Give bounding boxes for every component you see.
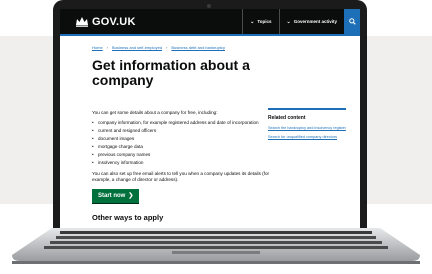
list-item: insolvency information	[92, 160, 282, 166]
main-content: You can get some details about a company…	[92, 110, 282, 221]
chevron-down-icon: ⌄	[250, 18, 255, 25]
other-ways-heading: Other ways to apply	[92, 213, 164, 222]
site-logo[interactable]: GOV.UK	[92, 16, 136, 28]
list-item: company information, for example registe…	[92, 120, 282, 126]
government-activity-label: Government activity	[293, 19, 337, 24]
page-title: Get information about a company	[92, 57, 250, 88]
topics-menu-button[interactable]: ⌄ Topics	[242, 9, 278, 34]
start-now-button[interactable]: Start now ❯	[92, 189, 140, 203]
breadcrumb-home[interactable]: Home	[92, 45, 103, 50]
search-button[interactable]	[344, 9, 360, 34]
list-item: current and resigned officers	[92, 128, 282, 134]
intro-text: You can get some details about a company…	[92, 110, 218, 115]
related-link-unqualified-directors[interactable]: Search for unqualified company directors	[268, 135, 346, 140]
related-content: Related content Search the bankruptcy an…	[268, 108, 346, 144]
laptop-keyboard-base	[12, 228, 420, 264]
crown-icon	[76, 17, 88, 27]
breadcrumb-separator: ›	[106, 45, 109, 50]
site-header: GOV.UK ⌄ Topics ⌄ Government activity	[60, 9, 360, 36]
breadcrumb-debt[interactable]: Business debt and bankruptcy	[171, 45, 225, 50]
breadcrumb-business[interactable]: Business and self-employed	[112, 45, 162, 50]
arrow-right-icon: ❯	[128, 193, 134, 199]
chevron-down-icon: ⌄	[286, 18, 291, 25]
email-alerts-text: You can also set up free email alerts to…	[92, 171, 270, 182]
breadcrumb-separator: ›	[166, 45, 168, 50]
webcam	[207, 4, 211, 8]
related-link-insolvency-register[interactable]: Search the bankruptcy and insolvency reg…	[268, 126, 346, 131]
list-item: mortgage charge data	[92, 144, 282, 150]
laptop-screen: GOV.UK ⌄ Topics ⌄ Government activity Ho…	[60, 9, 360, 231]
topics-menu-label: Topics	[257, 19, 272, 24]
search-icon	[348, 18, 356, 25]
list-item: previous company names	[92, 152, 282, 158]
related-content-heading: Related content	[268, 115, 306, 121]
details-list: company information, for example registe…	[92, 120, 282, 166]
breadcrumb: Home › Business and self-employed › Busi…	[92, 45, 360, 50]
list-item: document images	[92, 136, 282, 142]
start-now-label: Start now	[98, 193, 126, 199]
government-activity-menu-button[interactable]: ⌄ Government activity	[278, 9, 344, 34]
